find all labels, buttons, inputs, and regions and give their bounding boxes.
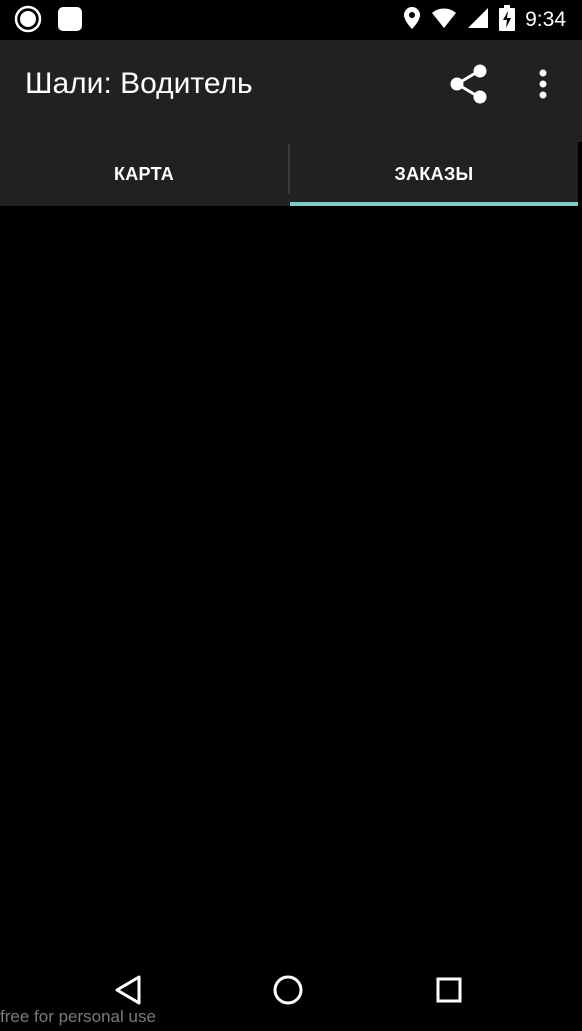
share-button[interactable] xyxy=(447,62,491,106)
signal-icon xyxy=(467,7,489,34)
battery-charging-icon xyxy=(499,4,516,36)
location-icon xyxy=(403,6,421,35)
status-clock: 9:34 xyxy=(525,8,566,31)
more-options-button[interactable] xyxy=(528,64,558,104)
orders-content-area xyxy=(0,206,582,950)
app-title: Шали: Водитель xyxy=(25,67,253,100)
notification-circle-icon xyxy=(14,5,42,38)
notification-square-icon xyxy=(56,5,84,38)
app-bar: Шали: Водитель xyxy=(0,40,582,142)
home-icon xyxy=(273,975,303,1005)
wifi-icon xyxy=(431,7,457,34)
tab-orders[interactable]: ЗАКАЗЫ xyxy=(290,142,578,206)
share-icon xyxy=(450,64,487,104)
more-vert-icon xyxy=(539,69,547,99)
watermark-text: free for personal use xyxy=(0,1007,156,1026)
home-button[interactable] xyxy=(264,970,312,1010)
status-bar: 9:34 xyxy=(0,0,582,40)
tab-map[interactable]: КАРТА xyxy=(0,142,288,206)
back-icon xyxy=(115,975,141,1005)
back-button[interactable] xyxy=(104,970,152,1010)
tab-bar: КАРТА ЗАКАЗЫ xyxy=(0,142,582,206)
recent-apps-button[interactable] xyxy=(425,970,473,1010)
recent-apps-icon xyxy=(436,977,462,1003)
